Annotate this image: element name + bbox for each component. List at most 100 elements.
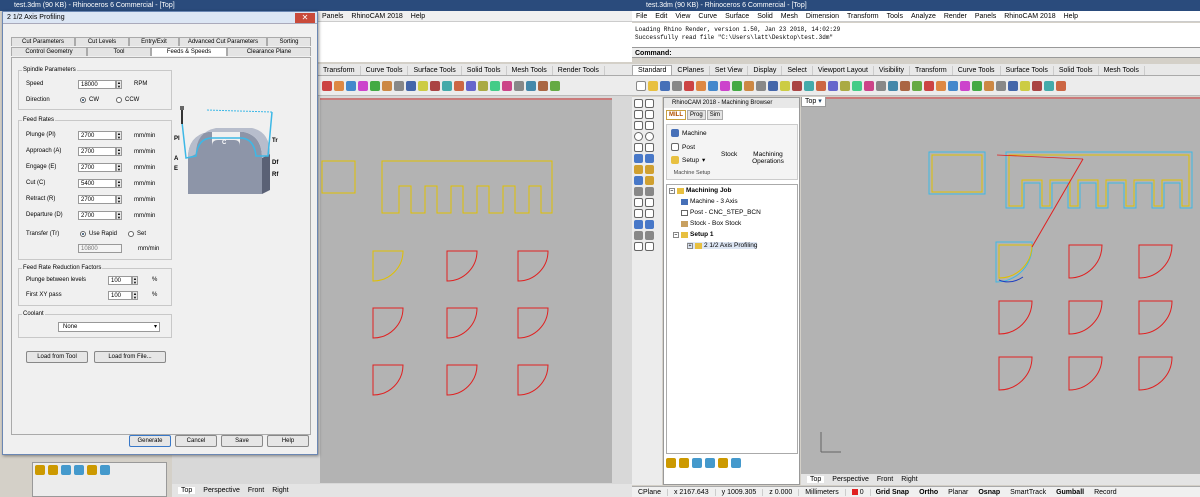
machine-button[interactable]: Machine [671, 129, 707, 137]
tab-entry-exit[interactable]: Entry/Exit [129, 37, 179, 46]
tool-icon[interactable] [634, 209, 643, 218]
tool-icon[interactable] [852, 80, 862, 91]
mesh-icon[interactable] [634, 176, 643, 185]
load-from-tool-button[interactable]: Load from Tool [26, 351, 88, 363]
tool-icon[interactable] [634, 220, 643, 229]
tool-icon[interactable] [478, 80, 488, 91]
menu-panels[interactable]: Panels [318, 13, 347, 20]
tool-icon[interactable] [1056, 80, 1066, 91]
tool-icon[interactable] [948, 80, 958, 91]
tree-item-stock[interactable]: Stock - Box Stock [681, 220, 741, 227]
tool-icon[interactable] [634, 242, 643, 251]
tool-icon[interactable] [382, 80, 392, 91]
tool-icon[interactable] [876, 80, 886, 91]
cut-spinner[interactable]: ▲ ▼ [116, 179, 122, 188]
tool-icon[interactable] [1008, 80, 1018, 91]
menu-solid[interactable]: Solid [753, 13, 777, 20]
tab-control-geometry[interactable]: Control Geometry [11, 47, 87, 56]
tool-icon[interactable] [936, 80, 946, 91]
tab-visibility[interactable]: Visibility [874, 66, 911, 75]
retract-input[interactable]: 2700 [78, 195, 116, 204]
tree-item-setup[interactable]: − Setup 1 [673, 231, 713, 238]
menu-view[interactable]: View [671, 13, 694, 20]
tree-item-operation[interactable]: + 2 1/2 Axis Profiling [687, 242, 758, 249]
menu-file[interactable]: File [632, 13, 651, 20]
surface-icon[interactable] [634, 154, 643, 163]
curve-icon[interactable] [634, 121, 643, 130]
tab-viewport-layout[interactable]: Viewport Layout [813, 66, 874, 75]
tool-icon[interactable] [334, 80, 344, 91]
tool-icon[interactable] [370, 80, 380, 91]
status-layer[interactable]: 0 [846, 488, 871, 496]
tool-icon[interactable] [645, 231, 654, 240]
tree-item-machine[interactable]: Machine - 3 Axis [681, 198, 738, 205]
speed-input[interactable]: 18000 [78, 80, 116, 89]
tab-surface-tools[interactable]: Surface Tools [408, 66, 462, 75]
solid-icon[interactable] [634, 165, 643, 174]
close-icon[interactable]: ✕ [295, 13, 315, 23]
op-icon[interactable] [87, 465, 97, 475]
tab-cut-parameters[interactable]: Cut Parameters [11, 37, 75, 46]
tab-cut-levels[interactable]: Cut Levels [75, 37, 129, 46]
tab-curve-tools[interactable]: Curve Tools [361, 66, 409, 75]
save-button[interactable]: Save [221, 435, 263, 447]
op-icon[interactable] [74, 465, 84, 475]
tool-icon[interactable] [1044, 80, 1054, 91]
vp-tab-front-right[interactable]: Front [877, 476, 893, 483]
vp-tab-perspective-right[interactable]: Perspective [832, 476, 869, 483]
toggle-planar[interactable]: Planar [943, 489, 973, 496]
tool-icon[interactable] [406, 80, 416, 91]
tool-icon[interactable] [804, 80, 814, 91]
menu-rhinocam-right[interactable]: RhinoCAM 2018 [1000, 13, 1059, 20]
tool-icon[interactable] [768, 80, 778, 91]
solid-icon[interactable] [645, 165, 654, 174]
plunge-levels-input[interactable]: 100 [108, 276, 132, 285]
tool-icon[interactable] [645, 220, 654, 229]
tool-icon[interactable] [732, 80, 742, 91]
tab-set-view[interactable]: Set View [710, 66, 749, 75]
polyline-icon[interactable] [645, 110, 654, 119]
tool-icon[interactable] [888, 80, 898, 91]
first-pass-input[interactable]: 100 [108, 291, 132, 300]
tool-icon[interactable] [634, 198, 643, 207]
plunge-spinner[interactable]: ▲ ▼ [116, 131, 122, 140]
rectangle-icon[interactable] [634, 143, 643, 152]
transfer-input[interactable]: 10800 [78, 244, 122, 253]
vp-tab-top-right[interactable]: Top [807, 476, 825, 483]
tool-icon[interactable] [490, 80, 500, 91]
arc-icon[interactable] [645, 121, 654, 130]
tool-icon[interactable] [1032, 80, 1042, 91]
op-icon[interactable] [61, 465, 71, 475]
tool-icon[interactable] [828, 80, 838, 91]
cw-radio[interactable] [80, 97, 86, 103]
tool-icon[interactable] [972, 80, 982, 91]
tool-icon[interactable] [645, 209, 654, 218]
departure-input[interactable]: 2700 [78, 211, 116, 220]
tool-icon[interactable] [696, 80, 706, 91]
op-icon[interactable] [100, 465, 110, 475]
toggle-gumball[interactable]: Gumball [1051, 489, 1089, 496]
select-icon[interactable] [634, 99, 643, 108]
load-from-file-button[interactable]: Load from File... [94, 351, 166, 363]
toggle-record[interactable]: Record [1089, 489, 1122, 496]
tool-icon[interactable] [418, 80, 428, 91]
tool-icon[interactable] [864, 80, 874, 91]
toggle-osnap[interactable]: Osnap [973, 489, 1005, 496]
tool-icon[interactable] [900, 80, 910, 91]
first-pass-spinner[interactable]: ▲ ▼ [132, 291, 138, 300]
tool-icon[interactable] [756, 80, 766, 91]
tab-cplanes[interactable]: CPlanes [672, 66, 710, 75]
tab-render-tools[interactable]: Render Tools [553, 66, 605, 75]
tab-curve-tools-right[interactable]: Curve Tools [953, 66, 1001, 75]
tool-icon[interactable] [984, 80, 994, 91]
command-line[interactable]: Command: [632, 47, 1200, 58]
line-icon[interactable] [634, 110, 643, 119]
tool-icon[interactable] [634, 231, 643, 240]
engage-input[interactable]: 2700 [78, 163, 116, 172]
tree-item-job[interactable]: − Machining Job [669, 187, 732, 194]
left-top-viewport[interactable] [320, 98, 612, 483]
op-icon[interactable] [666, 458, 676, 468]
mesh-icon[interactable] [645, 176, 654, 185]
tab-select[interactable]: Select [782, 66, 813, 75]
tool-icon[interactable] [645, 242, 654, 251]
